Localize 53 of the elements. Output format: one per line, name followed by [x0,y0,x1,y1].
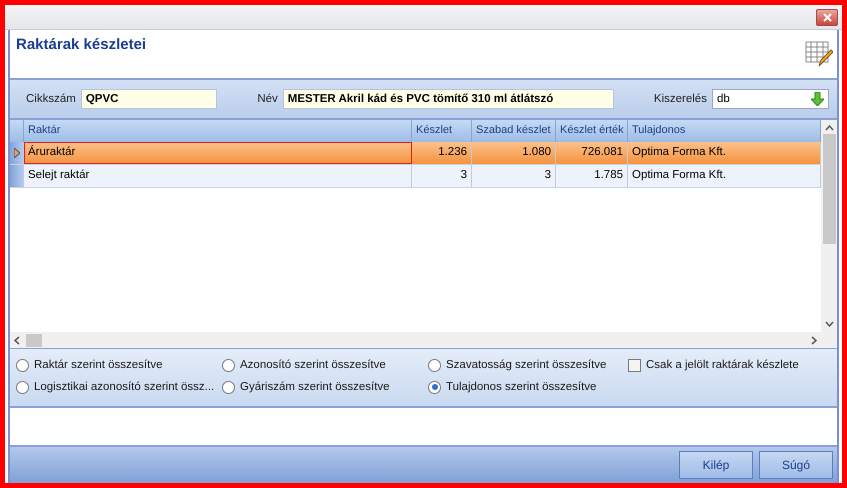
grid-pencil-icon[interactable] [805,40,833,68]
close-icon [822,12,832,22]
radio-button[interactable] [428,380,441,394]
table-cell: 3 [412,165,472,187]
radio-option[interactable]: Azonosító szerint összesítve [222,354,428,376]
dialog-button[interactable]: Súgó [759,451,833,479]
option-label: Csak a jelölt raktárak készlete [646,359,799,371]
radio-button[interactable] [16,380,29,394]
input-field[interactable]: QPVC [80,89,218,109]
table-cell: Áruraktár [24,142,412,164]
window-title: Raktárak készletei [16,36,146,53]
table-cell: 1.236 [412,142,472,164]
radio-option[interactable]: Logisztikai azonosító szerint össz... [16,376,222,398]
table-cell: 3 [472,165,556,187]
checkbox-option[interactable]: Csak a jelölt raktárak készlete [628,354,837,376]
option-label: Logisztikai azonosító szerint össz... [34,381,214,393]
table-cell: 726.081 [556,142,628,164]
arrow-down-icon [811,92,824,106]
radio-option[interactable]: Szavatosság szerint összesítve [428,354,628,376]
field-label: Cikkszám [26,93,76,105]
checkbox[interactable] [628,358,641,372]
input-field[interactable]: MESTER Akril kád és PVC tömítő 310 ml átlátszó [282,89,614,109]
field-label: Név [257,93,278,105]
column-header[interactable]: Raktár [24,120,412,142]
scroll-up-icon[interactable] [824,124,834,132]
radio-option[interactable]: Gyáriszám szerint összesítve [222,376,428,398]
table-cell: Selejt raktár [24,165,412,187]
option-label: Azonosító szerint összesítve [240,359,386,371]
radio-button[interactable] [16,358,29,372]
scroll-thumb[interactable] [822,134,836,244]
table-row[interactable]: Áruraktár 1.236 1.080 726.081 Optima Forma Kft. [10,142,821,165]
field-label: Kiszerelés [654,93,707,105]
radio-option[interactable]: Raktár szerint összesítve [16,354,222,376]
radio-button[interactable] [428,358,441,372]
row-pointer-icon [14,148,20,158]
scroll-left-icon[interactable] [14,336,20,344]
table-row[interactable]: Selejt raktár 3 3 1.785 Optima Forma Kft. [10,165,821,188]
dropdown-field[interactable]: db [712,89,829,109]
scroll-down-icon[interactable] [824,320,834,328]
option-label: Tulajdonos szerint összesítve [446,381,596,393]
option-label: Raktár szerint összesítve [34,359,162,371]
radio-button[interactable] [222,358,235,372]
scroll-thumb[interactable] [26,334,42,346]
dialog-button[interactable]: Kilép [679,451,753,479]
option-label: Szavatosság szerint összesítve [446,359,606,371]
table-cell: 1.785 [556,165,628,187]
scroll-right-icon[interactable] [811,336,817,344]
close-button[interactable] [816,8,838,26]
row-selector[interactable] [10,142,24,164]
radio-option[interactable]: Tulajdonos szerint összesítve [428,376,628,398]
option-label: Gyáriszám szerint összesítve [240,381,390,393]
radio-button[interactable] [222,380,235,394]
table-cell: 1.080 [472,142,556,164]
